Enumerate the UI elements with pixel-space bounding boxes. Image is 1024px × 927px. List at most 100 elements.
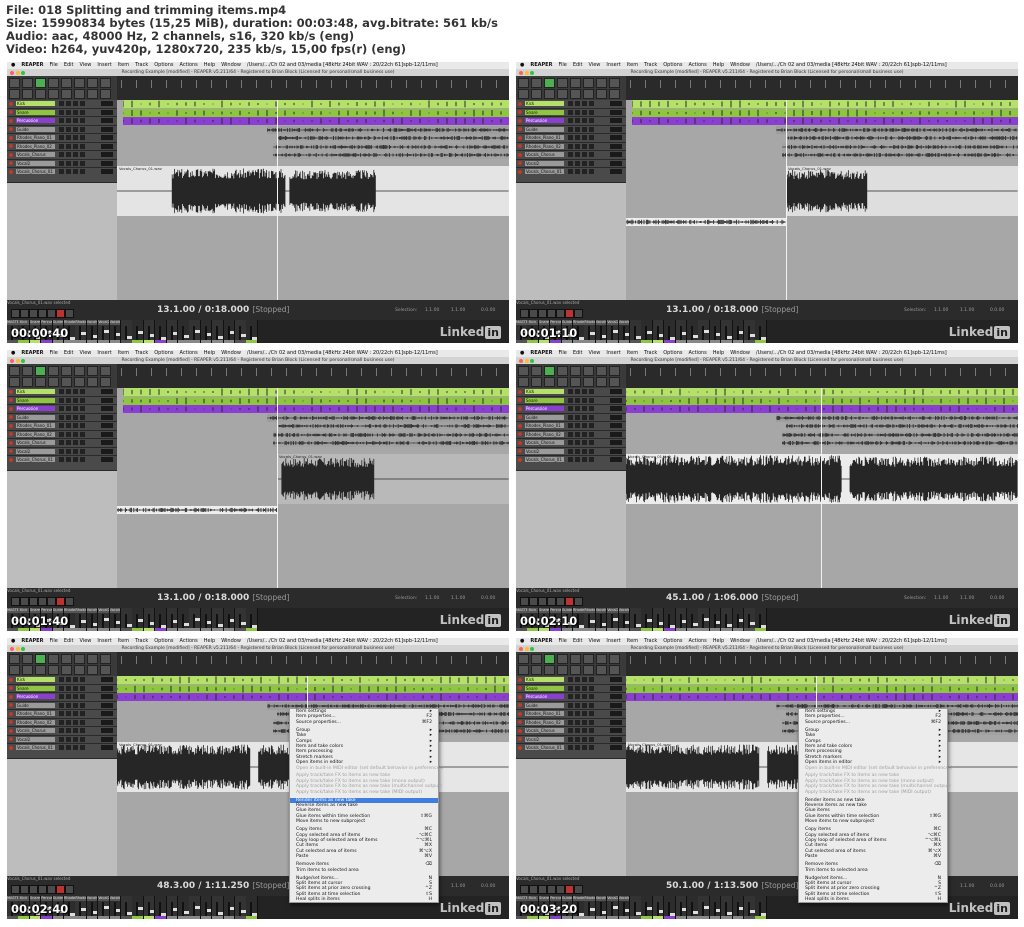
track-name[interactable]: Rhodes_Piano_02 <box>525 719 564 725</box>
track-button[interactable] <box>59 152 64 157</box>
toolbar-button[interactable] <box>609 89 620 99</box>
media-item[interactable] <box>273 439 509 447</box>
track-button[interactable] <box>73 745 78 750</box>
menu-edit[interactable]: Edit <box>573 62 583 68</box>
track-button[interactable] <box>66 397 71 403</box>
mixer-strip[interactable] <box>166 320 179 343</box>
record-icon[interactable] <box>565 309 574 318</box>
toolbar-button[interactable] <box>22 78 33 88</box>
mixer-strip[interactable] <box>698 608 710 631</box>
toolbar-button[interactable] <box>48 366 59 376</box>
volume-fader[interactable] <box>588 902 595 917</box>
track-button[interactable] <box>582 169 587 174</box>
mixer-strip[interactable] <box>235 320 247 343</box>
mixer-strip[interactable] <box>709 320 722 343</box>
toolbar-button[interactable] <box>557 377 568 387</box>
track-button[interactable] <box>66 694 71 699</box>
mixer-strip[interactable] <box>189 320 201 343</box>
mixer-strip[interactable] <box>155 608 167 631</box>
track-button[interactable] <box>66 101 71 106</box>
track-name[interactable]: Rhodes_Piano_01 <box>16 423 55 428</box>
track-button[interactable] <box>575 677 580 682</box>
menu-help[interactable]: Help <box>204 350 215 356</box>
toolbar-button[interactable] <box>9 665 20 675</box>
record-arm-icon[interactable] <box>9 110 13 114</box>
loop-icon[interactable] <box>65 309 74 318</box>
menu-track[interactable]: Track <box>135 350 148 356</box>
record-arm-icon[interactable] <box>9 449 13 453</box>
track-button[interactable] <box>66 135 71 140</box>
mixer-strip[interactable] <box>155 320 167 343</box>
vocal-media-item[interactable]: Vocals_Chorus_01.wav <box>117 166 509 216</box>
track-name[interactable]: Percussion <box>16 406 55 411</box>
volume-fader[interactable] <box>577 902 584 917</box>
track-header[interactable]: Percussion <box>7 405 117 414</box>
close-icon[interactable] <box>519 70 523 75</box>
menu-actions[interactable]: Actions <box>689 638 707 644</box>
toolbar-button[interactable] <box>61 366 72 376</box>
timeline-ruler[interactable] <box>626 364 1018 388</box>
track-button[interactable] <box>589 101 594 106</box>
record-arm-icon[interactable] <box>518 398 522 402</box>
track-header[interactable]: Guide <box>516 125 626 134</box>
track-button[interactable] <box>80 694 85 699</box>
track-name[interactable]: Rhodes_Piano_02 <box>16 719 55 725</box>
toolbar-button[interactable] <box>74 377 85 387</box>
track-button[interactable] <box>59 719 64 725</box>
menu-edit[interactable]: Edit <box>573 350 583 356</box>
record-arm-icon[interactable] <box>9 169 13 174</box>
track-button[interactable] <box>575 440 580 445</box>
loop-icon[interactable] <box>65 597 74 606</box>
track-button[interactable] <box>589 702 594 708</box>
volume-fader[interactable] <box>79 614 86 629</box>
record-arm-icon[interactable] <box>518 135 522 140</box>
menu-item[interactable]: Item <box>118 350 129 356</box>
stop-icon[interactable] <box>538 885 547 894</box>
track-button[interactable] <box>66 745 71 750</box>
track-button[interactable] <box>589 389 594 394</box>
menu-reaper[interactable]: REAPER <box>530 62 552 68</box>
toolbar-button[interactable] <box>531 78 542 88</box>
record-arm-icon[interactable] <box>9 457 13 462</box>
track-name[interactable]: Vocals_Chorus <box>525 440 564 445</box>
track-name[interactable]: Snare <box>525 685 564 691</box>
volume-fader[interactable] <box>159 902 166 917</box>
volume-fader[interactable] <box>634 902 641 917</box>
track-button[interactable] <box>80 702 85 708</box>
track-button[interactable] <box>59 440 64 445</box>
volume-fader[interactable] <box>656 326 664 341</box>
mixer-strip[interactable]: Vocals_Ch <box>595 608 608 631</box>
track-button[interactable] <box>73 126 78 132</box>
track-header[interactable]: Vocal2 <box>7 447 117 456</box>
toolbar-button[interactable] <box>48 89 59 99</box>
track-button[interactable] <box>582 702 587 708</box>
volume-fader[interactable] <box>611 614 618 629</box>
track-name[interactable]: Vocal2 <box>16 448 55 454</box>
mixer-strip[interactable] <box>709 608 722 631</box>
stop-icon[interactable] <box>29 597 38 606</box>
volume-fader[interactable] <box>702 902 709 917</box>
track-name[interactable]: Rhodes_Piano_01 <box>16 711 55 716</box>
toolbar-button[interactable] <box>531 377 542 387</box>
track-button[interactable] <box>73 152 78 157</box>
toolbar-button[interactable] <box>596 78 607 88</box>
track-button[interactable] <box>73 694 78 699</box>
track-button[interactable] <box>73 702 78 708</box>
track-header[interactable]: Rhodes_Piano_02 <box>516 718 626 727</box>
track-button[interactable] <box>66 728 71 733</box>
mixer-strip[interactable] <box>721 608 733 631</box>
volume-fader[interactable] <box>79 326 86 341</box>
mixer-strip[interactable]: Vocals_Ch <box>595 896 608 919</box>
track-button[interactable] <box>80 152 85 157</box>
track-name[interactable]: Vocals_Chorus <box>16 152 55 157</box>
track-button[interactable] <box>575 423 580 428</box>
toolbar-button[interactable] <box>87 89 98 99</box>
track-button[interactable] <box>66 431 71 437</box>
track-button[interactable] <box>568 143 573 149</box>
track-button[interactable] <box>59 126 64 132</box>
mixer-strip[interactable]: Vocal2 <box>607 896 619 919</box>
track-button[interactable] <box>582 448 587 454</box>
volume-fader[interactable] <box>759 326 766 341</box>
volume-fader[interactable] <box>216 902 223 917</box>
zoom-icon[interactable] <box>21 70 25 75</box>
